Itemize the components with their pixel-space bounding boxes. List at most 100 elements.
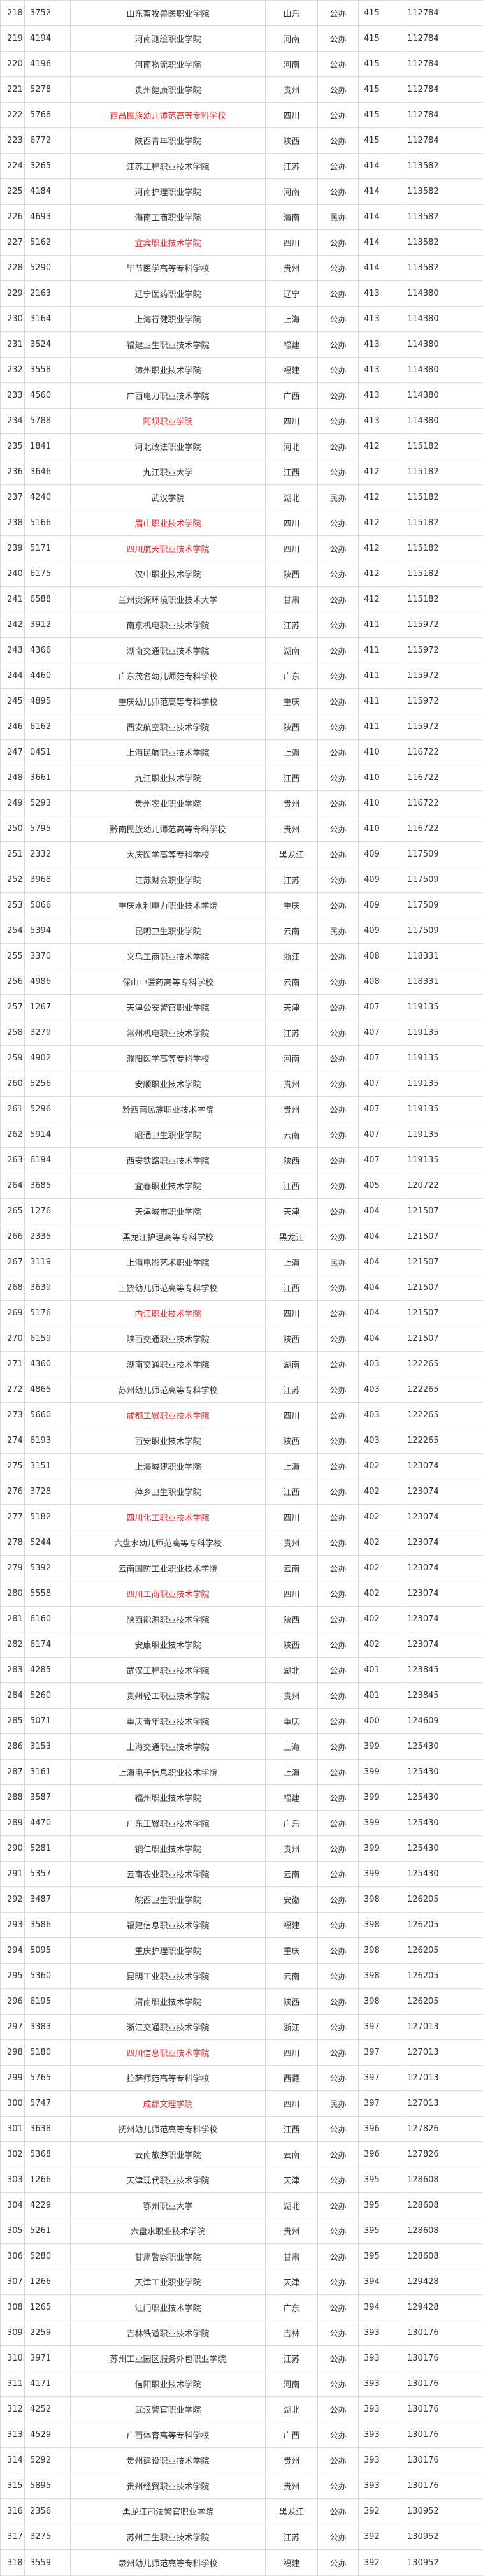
school-type-cell: 公办 [317,76,359,103]
min-rank-position-cell: 117509 [403,918,483,944]
min-score-cell: 398 [358,1937,403,1964]
province-cell: 山东 [265,0,318,26]
school-type-cell: 公办 [317,1606,359,1632]
min-rank-position-cell: 125430 [403,1861,483,1887]
province-cell: 浙江 [265,943,318,969]
min-score-cell: 413 [358,408,403,434]
rank-cell: 292 [0,1886,25,1913]
table-row: 219 4194 河南测绘职业学院 河南 公办 415 112784 [0,25,483,52]
table-row: 282 6174 安康职业技术学院 陕西 公办 402 123074 [0,1632,483,1658]
school-code-cell: 6160 [24,1606,71,1632]
school-type-cell: 公办 [317,408,359,434]
province-cell: 贵州 [265,1835,318,1862]
table-row: 276 3728 萍乡卫生职业学院 江西 公办 402 123074 [0,1479,483,1505]
province-cell: 江苏 [265,153,318,179]
rank-cell: 222 [0,102,25,128]
province-cell: 河北 [265,433,318,459]
table-row: 292 3487 皖西卫生职业学院 安徽 公办 398 126205 [0,1886,483,1913]
table-row: 220 4196 河南物流职业学院 河南 公办 415 112784 [0,51,483,77]
table-row: 307 1266 天津工业职业学院 天津 公办 394 129428 [0,2269,483,2295]
province-cell: 河南 [265,25,318,52]
school-type-cell: 公办 [317,535,359,561]
table-row: 235 1841 河北政法职业学院 河北 公办 412 115182 [0,433,483,459]
min-rank-position-cell: 121507 [403,1224,483,1250]
province-cell: 云南 [265,1555,318,1581]
school-name-cell: 黑龙江护理高等专科学校 [70,1224,266,1250]
school-name-cell: 信阳职业技术学院 [70,2371,266,2397]
rank-cell: 259 [0,1045,25,1071]
rank-cell: 236 [0,459,25,485]
school-code-cell: 6193 [24,1428,71,1454]
min-score-cell: 411 [358,637,403,663]
school-type-cell: 公办 [317,1224,359,1250]
table-row: 295 5360 昆明工业职业技术学院 云南 公办 398 126205 [0,1963,483,1989]
school-name-cell: 武汉工程职业技术学院 [70,1657,266,1683]
rank-cell: 268 [0,1275,25,1301]
school-type-cell: 公办 [317,688,359,714]
school-code-cell: 2163 [24,280,71,307]
school-name-cell: 河南物流职业学院 [70,51,266,77]
school-type-cell: 公办 [317,1581,359,1607]
school-type-cell: 公办 [317,1657,359,1683]
rank-cell: 314 [0,2447,25,2473]
min-rank-position-cell: 113582 [403,229,483,256]
min-rank-position-cell: 130952 [403,2524,483,2550]
school-code-cell: 1267 [24,994,71,1020]
school-code-cell: 3646 [24,459,71,485]
rank-cell: 245 [0,688,25,714]
school-code-cell: 3164 [24,306,71,332]
min-score-cell: 393 [358,2345,403,2371]
province-cell: 湖北 [265,1657,318,1683]
min-rank-position-cell: 122265 [403,1428,483,1454]
min-score-cell: 411 [358,688,403,714]
province-cell: 河南 [265,2371,318,2397]
school-code-cell: 2335 [24,1224,71,1250]
table-row: 224 3265 江苏工程职业技术学院 江苏 公办 414 113582 [0,153,483,179]
school-code-cell: 4895 [24,688,71,714]
school-name-cell: 眉山职业技术学院 [70,510,266,536]
table-row: 249 5293 贵州农业职业学院 贵州 公办 410 116722 [0,790,483,816]
min-rank-position-cell: 126205 [403,1937,483,1964]
min-rank-position-cell: 113582 [403,255,483,281]
school-code-cell: 3487 [24,1886,71,1913]
school-name-cell: 常州机电职业技术学院 [70,1020,266,1046]
min-rank-position-cell: 123845 [403,1682,483,1709]
school-code-cell: 5914 [24,1122,71,1148]
school-type-cell: 公办 [317,1835,359,1862]
min-rank-position-cell: 115972 [403,714,483,740]
school-type-cell: 公办 [317,178,359,205]
rank-cell: 279 [0,1555,25,1581]
table-row: 241 6588 兰州资源环境职业技术大学 甘肃 公办 412 115182 [0,586,483,612]
rank-cell: 297 [0,2014,25,2040]
school-type-cell: 公办 [317,1402,359,1428]
table-row: 277 5182 四川化工职业技术学院 四川 公办 402 123074 [0,1504,483,1530]
table-row: 230 3164 上海行健职业学院 上海 公办 413 114380 [0,306,483,332]
school-name-cell: 山东畜牧兽医职业学院 [70,0,266,26]
school-name-cell: 四川信息职业技术学院 [70,2039,266,2066]
table-row: 229 2163 辽宁医药职业学院 辽宁 公办 413 114380 [0,280,483,307]
min-rank-position-cell: 117509 [403,867,483,893]
school-type-cell: 民办 [317,484,359,510]
min-score-cell: 407 [358,994,403,1020]
min-rank-position-cell: 127013 [403,2039,483,2066]
table-row: 309 2259 吉林铁道职业技术学院 吉林 公办 393 130176 [0,2320,483,2346]
min-rank-position-cell: 130176 [403,2396,483,2422]
min-score-cell: 403 [358,1351,403,1377]
min-rank-position-cell: 127013 [403,2065,483,2091]
school-name-cell: 安顺职业技术学院 [70,1071,266,1097]
school-code-cell: 6195 [24,1988,71,2015]
table-row: 287 3161 上海电子信息职业技术学院 上海 公办 399 125430 [0,1759,483,1785]
rank-cell: 311 [0,2371,25,2397]
school-name-cell: 六盘水职业技术学院 [70,2218,266,2244]
table-row: 246 6162 西安航空职业技术学院 陕西 公办 411 115972 [0,714,483,740]
school-type-cell: 公办 [317,306,359,332]
school-name-cell: 天津城市职业学院 [70,1198,266,1224]
school-name-cell: 广西体育高等专科学校 [70,2422,266,2448]
school-name-cell: 贵州农业职业学院 [70,790,266,816]
school-code-cell: 1266 [24,2167,71,2193]
min-score-cell: 404 [358,1326,403,1352]
school-type-cell: 公办 [317,1122,359,1148]
table-row: 299 5765 拉萨师范高等专科学校 西藏 公办 397 127013 [0,2065,483,2091]
rank-cell: 223 [0,127,25,154]
school-code-cell: 3638 [24,2116,71,2142]
